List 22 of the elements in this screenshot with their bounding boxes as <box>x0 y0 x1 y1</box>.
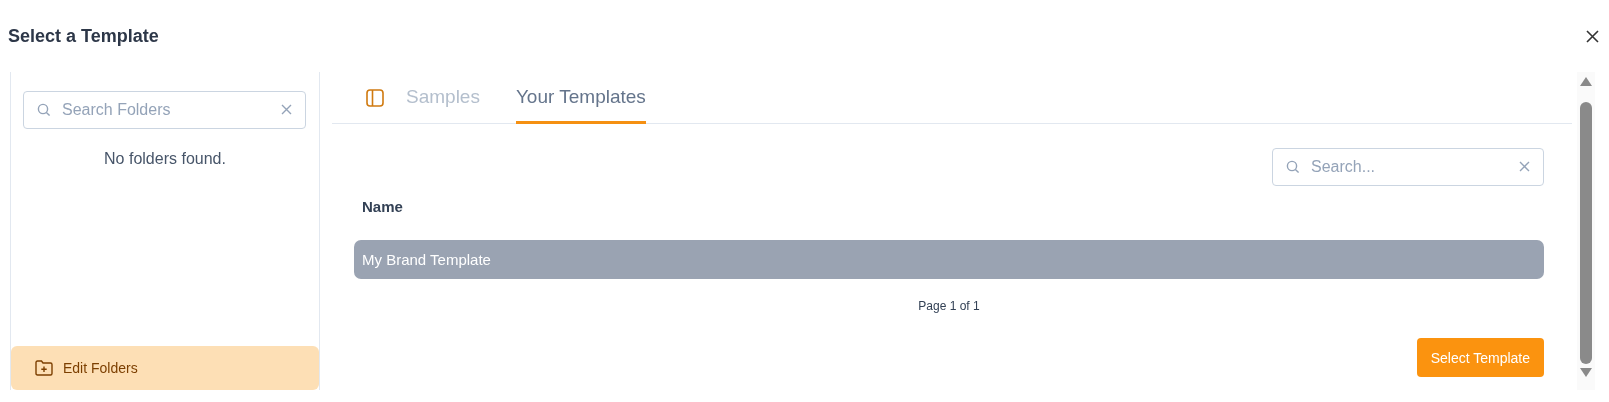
search-field[interactable]: Search Folders <box>23 91 306 129</box>
search-icon <box>37 103 51 117</box>
folder-plus-icon <box>35 360 53 376</box>
select-template-button[interactable]: Select Template <box>1416 338 1544 377</box>
clear-icon[interactable] <box>281 104 292 115</box>
tab[interactable]: Samples <box>406 76 480 124</box>
scroll-up-icon[interactable] <box>1580 76 1592 86</box>
tab[interactable]: Your Templates <box>515 76 646 124</box>
search-field[interactable]: Search... <box>1272 148 1544 186</box>
close-icon <box>1586 29 1599 43</box>
empty-message: No folders found. <box>103 150 227 168</box>
window-title: Select a Template <box>8 25 159 47</box>
clear-icon[interactable] <box>1519 161 1530 172</box>
scroll-down-icon[interactable] <box>1580 368 1592 378</box>
sidebar-toggle-icon[interactable] <box>366 88 384 107</box>
scrollbar[interactable] <box>1577 72 1595 390</box>
edit-folders-button[interactable]: Edit Folders <box>11 346 319 390</box>
search-icon <box>1286 160 1300 174</box>
pagination-label: Page 1 of 1 <box>917 299 981 313</box>
table-row[interactable]: My Brand Template <box>354 240 1544 279</box>
close-button[interactable] <box>1584 27 1601 45</box>
column-header: Name <box>361 197 404 215</box>
